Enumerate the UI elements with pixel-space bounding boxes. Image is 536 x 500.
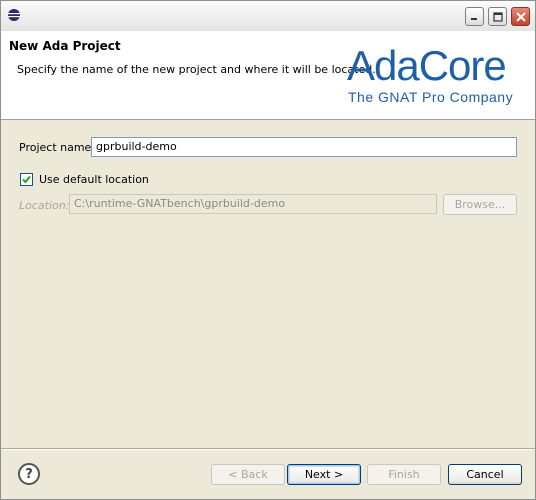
adacore-logo: AdaCore bbox=[347, 42, 507, 89]
cancel-button[interactable]: Cancel bbox=[448, 464, 522, 485]
close-icon bbox=[515, 11, 526, 22]
footer-separator bbox=[1, 448, 535, 450]
wizard-header: New Ada Project Specify the name of the … bbox=[1, 31, 535, 120]
maximize-icon bbox=[492, 11, 503, 22]
help-icon[interactable]: ? bbox=[18, 463, 40, 485]
location-label: Location: bbox=[19, 199, 70, 212]
wizard-window: New Ada Project Specify the name of the … bbox=[0, 0, 536, 500]
back-button[interactable]: < Back bbox=[211, 464, 285, 485]
close-button[interactable] bbox=[511, 7, 530, 26]
page-description: Specify the name of the new project and … bbox=[17, 63, 376, 76]
eclipse-icon bbox=[8, 9, 20, 21]
location-input[interactable]: C:\runtime-GNATbench\gprbuild-demo bbox=[69, 194, 437, 214]
finish-button[interactable]: Finish bbox=[367, 464, 441, 485]
checkmark-icon bbox=[22, 175, 31, 184]
use-default-location-label[interactable]: Use default location bbox=[39, 173, 149, 186]
minimize-button[interactable] bbox=[465, 7, 484, 26]
use-default-location-checkbox[interactable] bbox=[20, 173, 33, 186]
maximize-button[interactable] bbox=[488, 7, 507, 26]
minimize-icon bbox=[471, 18, 477, 20]
project-name-label: Project name: bbox=[19, 141, 96, 154]
page-title: New Ada Project bbox=[9, 39, 121, 53]
title-bar[interactable] bbox=[1, 1, 535, 31]
adacore-tagline: The GNAT Pro Company bbox=[348, 89, 514, 105]
next-button[interactable]: Next > bbox=[287, 464, 361, 485]
browse-button[interactable]: Browse... bbox=[443, 194, 517, 215]
project-name-input[interactable]: gprbuild-demo bbox=[91, 137, 517, 157]
